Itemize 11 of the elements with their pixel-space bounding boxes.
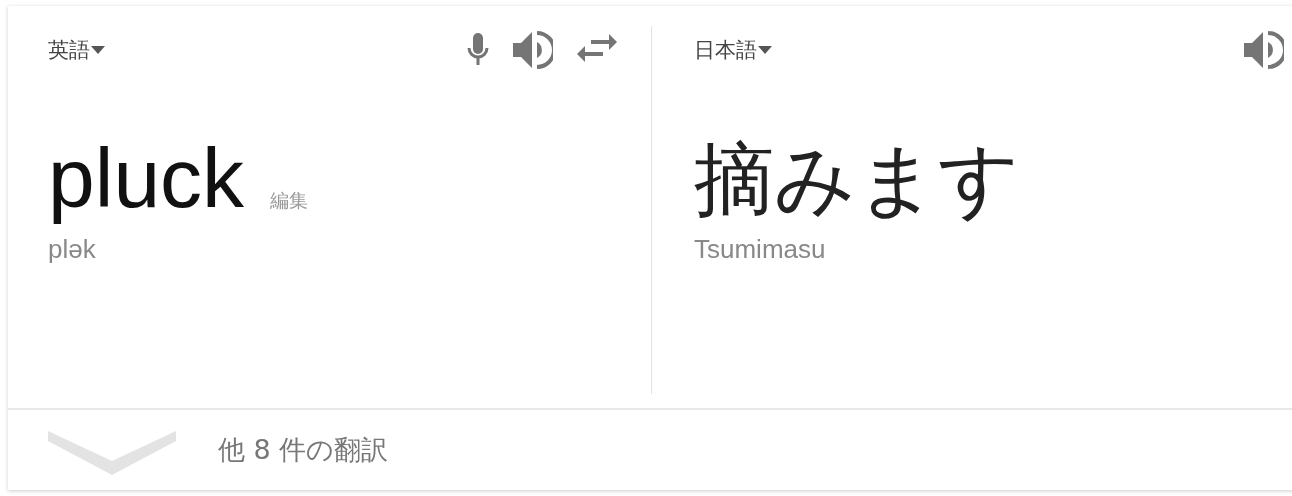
speaker-icon[interactable]: [513, 31, 553, 69]
target-language-dropdown[interactable]: 日本語: [694, 36, 772, 64]
microphone-icon[interactable]: [467, 33, 489, 67]
speaker-icon[interactable]: [1244, 31, 1284, 69]
source-language-dropdown[interactable]: 英語: [48, 36, 105, 64]
translated-text: 摘みます: [694, 140, 1020, 220]
caret-icon: [91, 46, 105, 54]
romanization-text: Tsumimasu: [694, 234, 827, 265]
more-translations-link[interactable]: 他 8 件の翻訳: [218, 432, 389, 468]
caret-icon: [758, 46, 772, 54]
phonetic-text: plək: [48, 234, 97, 265]
